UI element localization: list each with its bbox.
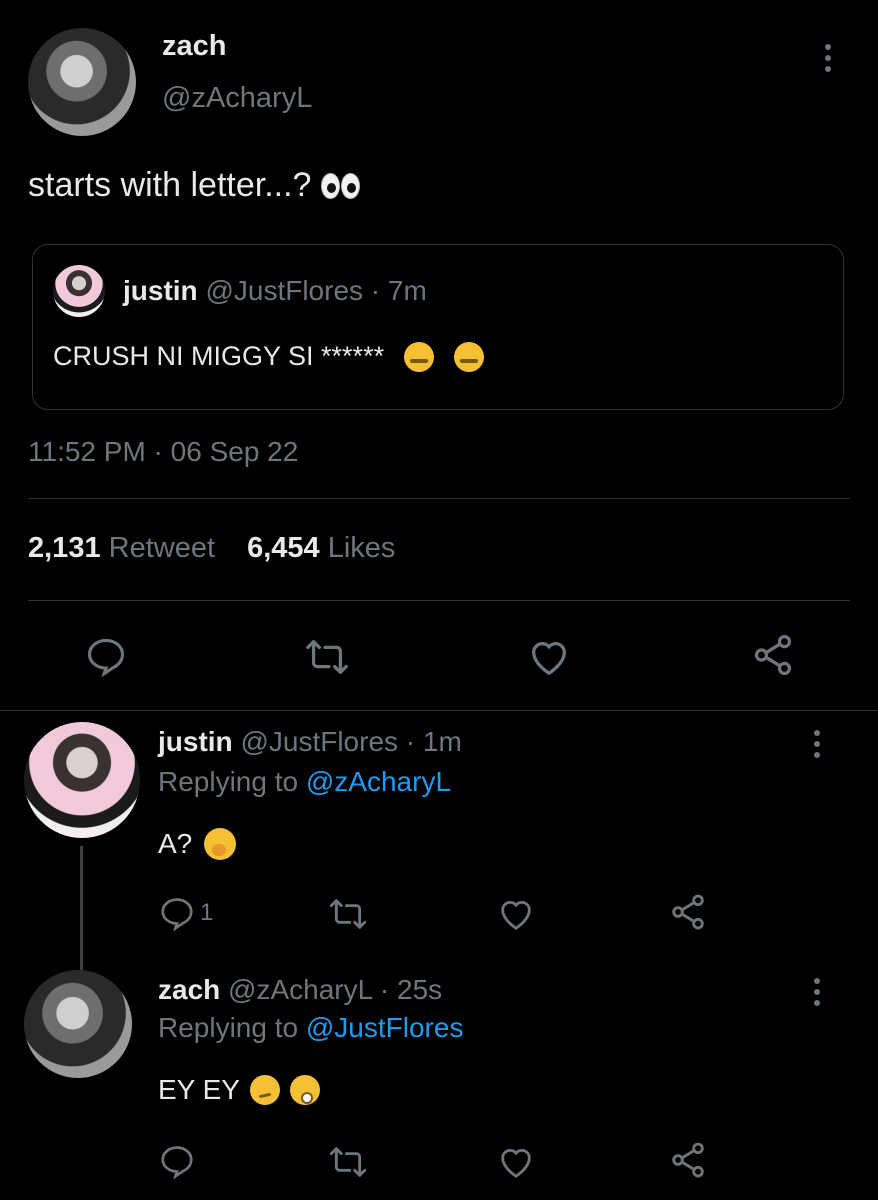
heart-icon[interactable] xyxy=(496,1142,536,1182)
replying-to-label: Replying to xyxy=(158,1012,299,1043)
main-tweet-author-handle[interactable]: @zAcharyL xyxy=(162,82,312,115)
reply-2-replying-to: Replying to @JustFlores xyxy=(158,1012,463,1044)
likes-stat[interactable]: 6,454 Likes xyxy=(247,532,395,564)
replying-to-link[interactable]: @JustFlores xyxy=(306,1012,464,1043)
reply-1-avatar[interactable] xyxy=(24,722,140,838)
retweet-label: Retweet xyxy=(108,532,216,564)
reply-1-reply-count: 1 xyxy=(200,899,214,926)
replying-to-link[interactable]: @zAcharyL xyxy=(306,766,451,797)
quoted-tweet-author-name: justin xyxy=(123,275,198,306)
zipper-mouth-emoji xyxy=(454,341,485,372)
eyes-emoji xyxy=(321,172,361,199)
thread-line xyxy=(80,846,83,970)
quoted-tweet-header: justin @JustFlores · 7m xyxy=(123,275,427,307)
share-icon[interactable] xyxy=(668,1140,708,1180)
reply-1-reply-button[interactable]: 1 xyxy=(158,894,213,932)
flushed-face-emoji xyxy=(289,1075,320,1105)
reply-2-handle-time[interactable]: @zAcharyL · 25s xyxy=(228,974,442,1005)
reply-1-text-row: A? xyxy=(158,828,237,860)
reply-1-author-name[interactable]: justin xyxy=(158,726,233,757)
quoted-tweet-avatar xyxy=(53,265,105,317)
divider xyxy=(28,600,850,601)
main-tweet-stats: 2,131 Retweet 6,454 Likes xyxy=(28,532,395,565)
reply-icon[interactable] xyxy=(84,634,128,678)
reply-icon xyxy=(161,898,193,932)
quoted-tweet-card[interactable]: justin @JustFlores · 7m CRUSH NI MIGGY S… xyxy=(32,244,844,410)
main-tweet-author-name[interactable]: zach xyxy=(162,30,226,63)
main-tweet-text-row: starts with letter...? xyxy=(28,166,361,205)
smirking-face-emoji xyxy=(249,1075,280,1105)
quoted-tweet-handle-time: @JustFlores · 7m xyxy=(205,275,427,306)
retweet-icon[interactable] xyxy=(328,894,368,934)
reply-1-handle-time[interactable]: @JustFlores · 1m xyxy=(240,726,461,757)
likes-label: Likes xyxy=(327,532,396,564)
retweet-stat[interactable]: 2,131 Retweet xyxy=(28,532,223,564)
reply-1-header: justin @JustFlores · 1m xyxy=(158,726,462,758)
quoted-tweet-text-row: CRUSH NI MIGGY SI ****** xyxy=(53,341,485,372)
reply-2-header: zach @zAcharyL · 25s xyxy=(158,974,442,1006)
reply-1-more-icon[interactable] xyxy=(814,730,820,758)
replying-to-label: Replying to xyxy=(158,766,299,797)
reply-icon[interactable] xyxy=(158,1142,196,1180)
hand-over-mouth-emoji xyxy=(204,828,237,860)
reply-2-text: EY EY xyxy=(158,1074,240,1105)
zipper-mouth-emoji xyxy=(404,341,435,372)
reply-2-author-name[interactable]: zach xyxy=(158,974,220,1005)
main-tweet-more-icon[interactable] xyxy=(825,44,831,72)
retweet-icon[interactable] xyxy=(328,1142,368,1182)
heart-icon[interactable] xyxy=(496,894,536,934)
retweet-icon[interactable] xyxy=(304,634,350,680)
main-tweet-timestamp[interactable]: 11:52 PM · 06 Sep 22 xyxy=(28,436,298,468)
share-icon[interactable] xyxy=(668,892,708,932)
reply-2-more-icon[interactable] xyxy=(814,978,820,1006)
heart-icon[interactable] xyxy=(526,634,572,680)
quoted-tweet-text: CRUSH NI MIGGY SI ****** xyxy=(53,341,385,371)
divider xyxy=(28,498,850,499)
main-tweet-text: starts with letter...? xyxy=(28,166,312,204)
main-tweet-avatar[interactable] xyxy=(28,28,136,136)
reply-2-avatar[interactable] xyxy=(24,970,132,1078)
retweet-count: 2,131 xyxy=(28,532,101,564)
share-icon[interactable] xyxy=(750,632,796,678)
reply-2-text-row: EY EY xyxy=(158,1074,320,1106)
divider xyxy=(0,710,878,711)
reply-1-replying-to: Replying to @zAcharyL xyxy=(158,766,451,798)
reply-1-text: A? xyxy=(158,828,193,859)
likes-count: 6,454 xyxy=(247,532,320,564)
